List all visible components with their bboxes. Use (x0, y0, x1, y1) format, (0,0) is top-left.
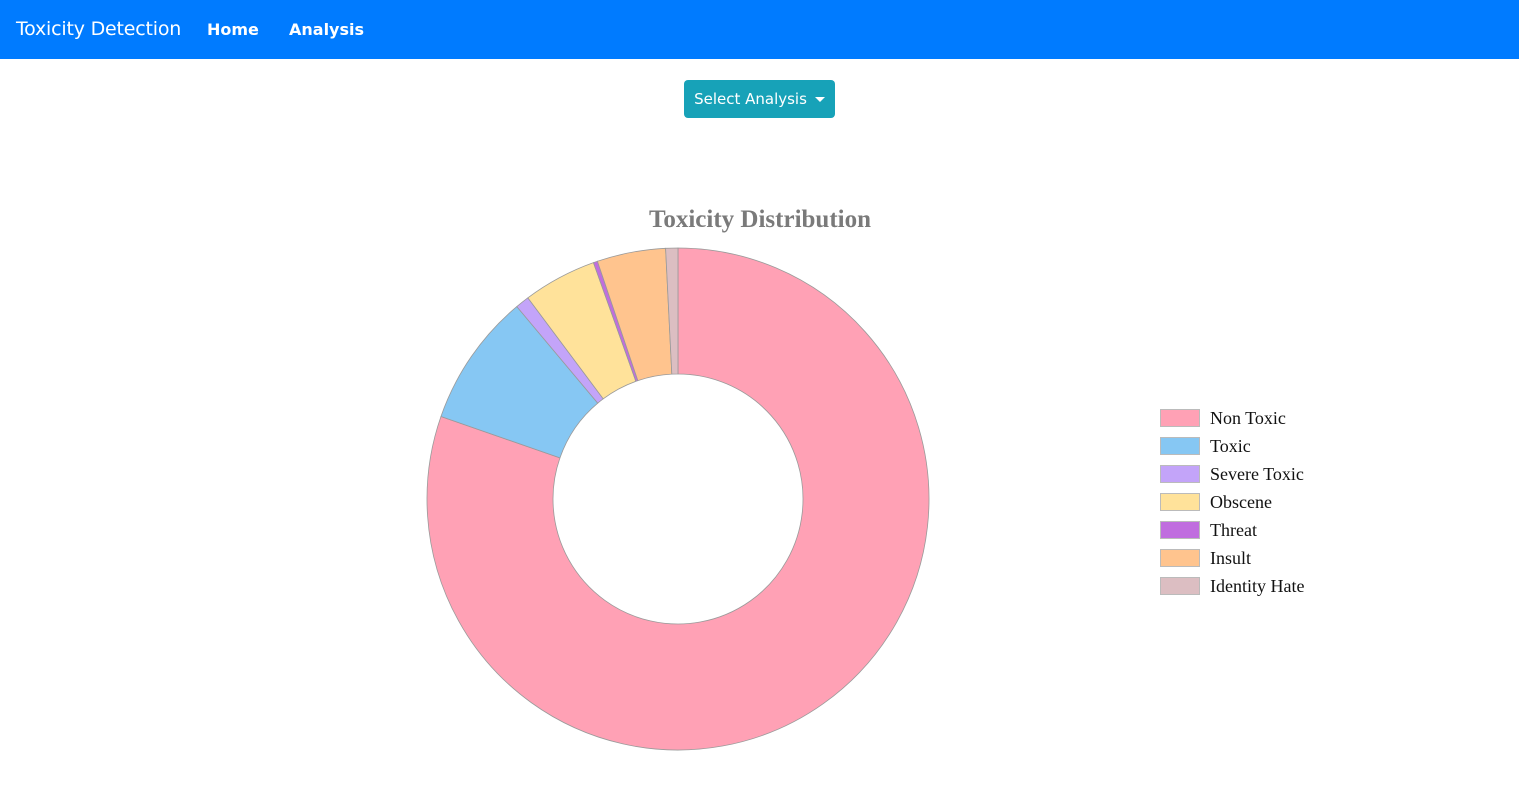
navbar: Toxicity Detection Home Analysis (0, 0, 1519, 59)
legend-item-identity-hate[interactable]: Identity Hate (1160, 572, 1304, 600)
legend-item-obscene[interactable]: Obscene (1160, 488, 1304, 516)
legend-item-toxic[interactable]: Toxic (1160, 432, 1304, 460)
legend-swatch-obscene (1160, 493, 1200, 511)
chart-title: Toxicity Distribution (648, 206, 872, 233)
legend-item-non-toxic[interactable]: Non Toxic (1160, 404, 1304, 432)
legend-swatch-insult (1160, 549, 1200, 567)
caret-down-icon (814, 97, 825, 102)
legend-label-severe-toxic: Severe Toxic (1210, 463, 1304, 484)
select-analysis-label: Select Analysis (694, 90, 807, 108)
legend-swatch-threat (1160, 521, 1200, 539)
legend-swatch-identity-hate (1160, 577, 1200, 595)
legend-swatch-non-toxic (1160, 409, 1200, 427)
nav-link-analysis[interactable]: Analysis (289, 18, 364, 42)
legend-item-threat[interactable]: Threat (1160, 516, 1304, 544)
nav-link-home[interactable]: Home (207, 18, 259, 42)
legend-item-insult[interactable]: Insult (1160, 544, 1304, 572)
doughnut-chart (426, 247, 930, 751)
legend-swatch-severe-toxic (1160, 465, 1200, 483)
legend-label-toxic: Toxic (1210, 435, 1251, 456)
legend-label-identity-hate: Identity Hate (1210, 575, 1305, 596)
legend-label-obscene: Obscene (1210, 491, 1272, 512)
brand-link[interactable]: Toxicity Detection (16, 16, 181, 42)
legend-swatch-toxic (1160, 437, 1200, 455)
legend-label-non-toxic: Non Toxic (1210, 407, 1286, 428)
legend-label-insult: Insult (1210, 547, 1252, 568)
legend-item-severe-toxic[interactable]: Severe Toxic (1160, 460, 1304, 488)
legend-label-threat: Threat (1210, 519, 1257, 540)
chart-legend: Non Toxic Toxic Severe Toxic Obscene Threat I… (1160, 404, 1304, 600)
select-analysis-dropdown[interactable]: Select Analysis (684, 80, 835, 118)
